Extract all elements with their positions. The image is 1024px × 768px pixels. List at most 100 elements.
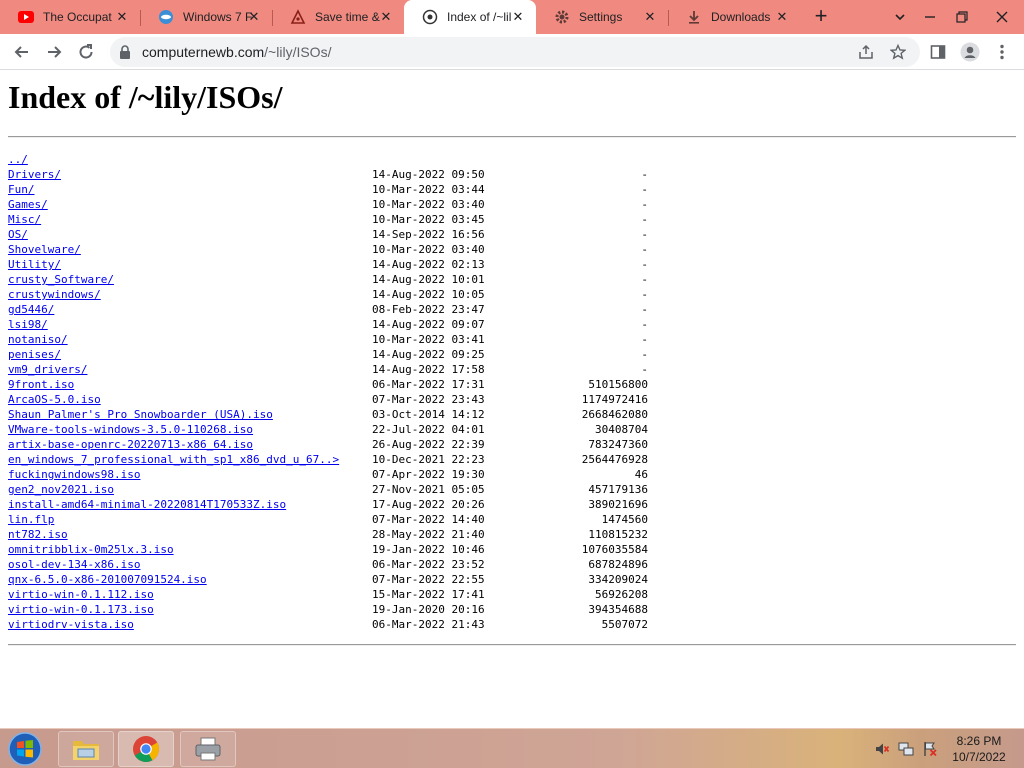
close-tab-icon[interactable]: ✕ <box>774 9 790 25</box>
address-bar[interactable]: computernewb.com/~lily/ISOs/ <box>110 37 920 67</box>
start-button[interactable] <box>6 731 44 767</box>
new-tab-button[interactable]: + <box>808 5 834 29</box>
action-center-flag-icon[interactable] <box>922 741 938 757</box>
folder-link[interactable]: notaniso/ <box>8 332 68 347</box>
parent-directory-link[interactable]: ../ <box>8 152 28 167</box>
share-icon[interactable] <box>856 42 876 62</box>
listing-row: install-amd64-minimal-20220814T170533Z.i… <box>8 497 648 512</box>
taskbar: 8:26 PM 10/7/2022 <box>0 728 1024 768</box>
menu-button[interactable] <box>988 38 1016 66</box>
taskbar-file-explorer[interactable] <box>58 731 114 767</box>
site-icon <box>290 9 306 25</box>
file-size: - <box>641 288 648 301</box>
file-link[interactable]: VMware-tools-windows-3.5.0-110268.iso <box>8 422 253 437</box>
file-link[interactable]: virtio-win-0.1.173.iso <box>8 602 154 617</box>
folder-link[interactable]: Utility/ <box>8 257 61 272</box>
taskbar-printer[interactable] <box>180 731 236 767</box>
file-link[interactable]: gen2_nov2021.iso <box>8 482 114 497</box>
modified-date: 19-Jan-2022 10:46 <box>372 543 485 556</box>
folder-link[interactable]: Shovelware/ <box>8 242 81 257</box>
modified-date: 10-Mar-2022 03:40 <box>372 243 485 256</box>
forward-arrow-icon <box>48 46 62 58</box>
volume-muted-icon[interactable] <box>874 741 890 757</box>
tab-downloads[interactable]: Downloads ✕ <box>668 0 800 34</box>
profile-button[interactable] <box>956 38 984 66</box>
file-link[interactable]: Shaun Palmer's Pro Snowboarder (USA).iso <box>8 407 273 422</box>
folder-link[interactable]: crusty_Software/ <box>8 272 114 287</box>
folder-link[interactable]: Drivers/ <box>8 167 61 182</box>
folder-link[interactable]: crustywindows/ <box>8 287 101 302</box>
listing-row: virtio-win-0.1.112.iso 15-Mar-2022 17:41 5… <box>8 587 648 602</box>
modified-date: 28-May-2022 21:40 <box>372 528 485 541</box>
back-button[interactable] <box>8 38 36 66</box>
windows-orb-icon <box>8 732 42 766</box>
directory-listing: ../ Drivers/14-Aug-2022 09:50- Fun/10-Mar… <box>8 152 648 632</box>
tab-windows7[interactable]: Windows 7 F ✕ <box>140 0 272 34</box>
clock-date: 10/7/2022 <box>952 750 1006 764</box>
tab-search-button[interactable] <box>884 0 916 34</box>
minimize-button[interactable] <box>914 0 946 34</box>
listing-row: Drivers/14-Aug-2022 09:50 - <box>8 167 648 182</box>
file-link[interactable]: omnitribblix-0m25lx.3.iso <box>8 542 174 557</box>
network-icon[interactable] <box>898 741 914 757</box>
file-size: 687824896 <box>588 558 648 571</box>
tab-occupation[interactable]: The Occupat ✕ <box>0 0 140 34</box>
close-tab-icon[interactable]: ✕ <box>378 9 394 25</box>
file-size: - <box>641 183 648 196</box>
file-link[interactable]: en_windows_7_professional_with_sp1_x86_d… <box>8 452 339 467</box>
file-link[interactable]: nt782.iso <box>8 527 68 542</box>
folder-link[interactable]: vm9_drivers/ <box>8 362 87 377</box>
reload-button[interactable] <box>72 38 100 66</box>
folder-link[interactable]: Games/ <box>8 197 48 212</box>
tab-save-time[interactable]: Save time & ✕ <box>272 0 404 34</box>
file-link[interactable]: 9front.iso <box>8 377 74 392</box>
modified-date: 14-Aug-2022 10:05 <box>372 288 485 301</box>
file-link[interactable]: virtiodrv-vista.iso <box>8 617 134 632</box>
file-link[interactable]: fuckingwindows98.iso <box>8 467 140 482</box>
file-link[interactable]: artix-base-openrc-20220713-x86_64.iso <box>8 437 253 452</box>
folder-link[interactable]: OS/ <box>8 227 28 242</box>
folder-link[interactable]: Misc/ <box>8 212 41 227</box>
modified-date: 06-Mar-2022 21:43 <box>372 618 485 631</box>
side-panel-button[interactable] <box>924 38 952 66</box>
forward-button[interactable] <box>40 38 68 66</box>
file-link[interactable]: virtio-win-0.1.112.iso <box>8 587 154 602</box>
restore-button[interactable] <box>946 0 978 34</box>
close-tab-icon[interactable]: ✕ <box>642 9 658 25</box>
file-link[interactable]: osol-dev-134-x86.iso <box>8 557 140 572</box>
folder-link[interactable]: penises/ <box>8 347 61 362</box>
modified-date: 10-Dec-2021 22:23 <box>372 453 485 466</box>
file-link[interactable]: qnx-6.5.0-x86-201007091524.iso <box>8 572 207 587</box>
file-size: 510156800 <box>588 378 648 391</box>
close-tab-icon[interactable]: ✕ <box>114 9 130 25</box>
file-size: - <box>641 348 648 361</box>
listing-row: osol-dev-134-x86.iso 06-Mar-2022 23:52 687… <box>8 557 648 572</box>
listing-row: lsi98/14-Aug-2022 09:07 - <box>8 317 648 332</box>
file-link[interactable]: lin.flp <box>8 512 54 527</box>
browser-toolbar: computernewb.com/~lily/ISOs/ <box>0 34 1024 70</box>
folder-link[interactable]: lsi98/ <box>8 317 48 332</box>
listing-row: ArcaOS-5.0.iso 07-Mar-2022 23:43 117497241… <box>8 392 648 407</box>
file-link[interactable]: install-amd64-minimal-20220814T170533Z.i… <box>8 497 286 512</box>
folder-link[interactable]: gd5446/ <box>8 302 54 317</box>
listing-row: Games/10-Mar-2022 03:40 - <box>8 197 648 212</box>
page-title: Index of /~lily/ISOs/ <box>8 79 283 115</box>
folder-link[interactable]: Fun/ <box>8 182 35 197</box>
file-size: 56926208 <box>595 588 648 601</box>
close-window-button[interactable] <box>982 0 1022 34</box>
modified-date: 06-Mar-2022 23:52 <box>372 558 485 571</box>
bookmark-star-icon[interactable] <box>888 42 908 62</box>
lock-icon[interactable] <box>119 45 131 64</box>
modified-date: 14-Aug-2022 09:07 <box>372 318 485 331</box>
system-clock[interactable]: 8:26 PM 10/7/2022 <box>946 733 1012 765</box>
taskbar-chrome[interactable] <box>118 731 174 767</box>
file-link[interactable]: ArcaOS-5.0.iso <box>8 392 101 407</box>
tab-settings[interactable]: Settings ✕ <box>536 0 668 34</box>
modified-date: 07-Mar-2022 14:40 <box>372 513 485 526</box>
tab-index-lily[interactable]: Index of /~lil ✕ <box>404 0 536 34</box>
modified-date: 07-Apr-2022 19:30 <box>372 468 485 481</box>
chrome-icon <box>133 736 160 763</box>
close-tab-icon[interactable]: ✕ <box>510 9 526 25</box>
url-path: /~lily/ISOs/ <box>264 44 332 60</box>
close-tab-icon[interactable]: ✕ <box>246 9 262 25</box>
